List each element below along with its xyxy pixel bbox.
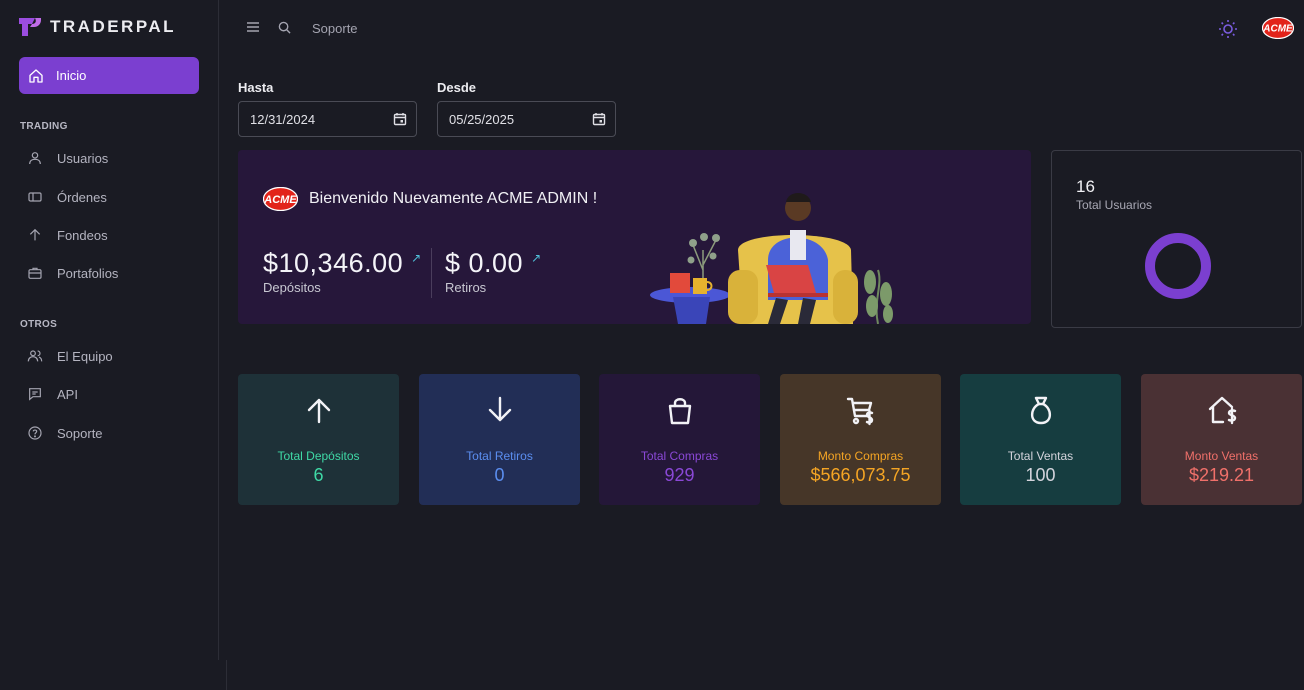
illustration-person-laptop	[650, 193, 893, 324]
app-logo[interactable]: TRADERPAL	[18, 16, 176, 38]
stat-card[interactable]: Monto Compras $566,073.75	[780, 374, 941, 505]
calendar-icon[interactable]	[393, 112, 407, 126]
message-icon	[29, 388, 41, 401]
users-card: 16 Total Usuarios	[1051, 150, 1302, 328]
trend-up-icon: ↗	[411, 251, 422, 265]
sidebar-item-el-equipo[interactable]: El Equipo	[27, 346, 113, 366]
sidebar: TRADERPAL Inicio TRADING Usuarios Órdene…	[0, 0, 219, 660]
users-label: Total Usuarios	[1076, 198, 1153, 212]
date-value: 12/31/2024	[250, 111, 316, 127]
hasta-date-input[interactable]: 12/31/2024	[238, 101, 417, 137]
stat-card[interactable]: Total Depósitos 6	[238, 374, 399, 505]
sidebar-item-label: API	[57, 386, 78, 402]
trend-up-icon: ↗	[531, 251, 542, 265]
section-title-otros: OTROS	[20, 319, 58, 330]
app-name: TRADERPAL	[50, 17, 177, 36]
users-icon	[27, 350, 43, 362]
shopping-bag-icon	[668, 398, 691, 425]
calendar-icon[interactable]	[592, 112, 606, 126]
briefcase-icon	[28, 267, 42, 279]
sidebar-item-label: Órdenes	[57, 189, 107, 205]
arrow-up-icon	[307, 398, 330, 424]
stat-value: $219.21	[1188, 465, 1255, 485]
sidebar-item-usuarios[interactable]: Usuarios	[27, 148, 108, 168]
stat-value: 6	[313, 465, 324, 485]
arrow-down-icon	[488, 396, 511, 422]
sidebar-item-label: Inicio	[56, 68, 87, 83]
stat-value: 929	[664, 465, 695, 485]
stat-value: $566,073.75	[810, 465, 911, 485]
svg-text:ACME: ACME	[1262, 24, 1293, 35]
desde-date-input[interactable]: 05/25/2025	[437, 101, 616, 137]
users-count: 16	[1076, 177, 1095, 196]
cart-dollar-icon	[846, 397, 873, 426]
arrow-up-icon	[29, 228, 41, 241]
stat-label: Monto Compras	[817, 449, 904, 463]
header-toolbar	[246, 20, 291, 34]
sidebar-item-inicio[interactable]: Inicio	[19, 57, 199, 94]
user-icon	[29, 152, 41, 165]
deposits-amount: $10,346.00 ↗	[263, 248, 422, 278]
sidebar-item-fondeos[interactable]: Fondeos	[27, 225, 108, 245]
stat-card[interactable]: Monto Ventas $219.21	[1141, 374, 1302, 505]
withdrawals-amount: $ 0.00 ↗	[445, 248, 542, 278]
sidebar-item-portafolios[interactable]: Portafolios	[27, 263, 118, 283]
menu-icon[interactable]	[246, 20, 260, 34]
avatar[interactable]: ACME	[1262, 17, 1294, 39]
welcome-card: ACME Bienvenido Nuevamente ACME ADMIN ! …	[238, 150, 1031, 324]
section-title-trading: TRADING	[20, 121, 68, 132]
stat-value: 0	[494, 465, 505, 485]
stat-card[interactable]: Total Ventas 100	[960, 374, 1121, 505]
date-value: 05/25/2025	[449, 111, 515, 127]
house-dollar-icon	[1208, 396, 1236, 425]
welcome-title: Bienvenido Nuevamente ACME ADMIN !	[309, 190, 598, 207]
traderpal-logo-icon	[19, 18, 41, 36]
theme-toggle-icon[interactable]	[1218, 19, 1238, 39]
sidebar-item-label: Fondeos	[57, 227, 108, 243]
stat-label: Total Depósitos	[277, 449, 360, 463]
hasta-label: Hasta	[238, 80, 274, 95]
sidebar-item-label: Usuarios	[57, 150, 109, 166]
stat-label: Total Ventas	[1007, 449, 1074, 463]
acme-logo: ACME	[263, 187, 298, 211]
svg-text:ACME: ACME	[263, 194, 297, 206]
stat-label: Total Compras	[640, 449, 719, 463]
stat-card[interactable]: Total Retiros 0	[419, 374, 580, 505]
stat-label: Total Retiros	[466, 449, 533, 463]
sidebar-item-api[interactable]: API	[27, 384, 78, 404]
stat-value: 100	[1025, 465, 1056, 485]
home-icon	[29, 68, 43, 83]
stat-card[interactable]: Total Compras 929	[599, 374, 760, 505]
deposits-label: Depósitos	[263, 280, 321, 295]
sidebar-item-label: Portafolios	[57, 265, 119, 281]
desde-label: Desde	[437, 80, 477, 95]
sidebar-item-ordenes[interactable]: Órdenes	[27, 187, 107, 207]
users-donut-chart	[1145, 233, 1211, 299]
divider	[226, 660, 227, 690]
search-input[interactable]: Soporte	[312, 21, 358, 36]
money-bag-icon	[1030, 396, 1051, 425]
divider	[431, 248, 432, 298]
ticket-icon	[28, 192, 42, 202]
stat-label: Monto Ventas	[1184, 449, 1259, 463]
withdrawals-label: Retiros	[445, 280, 487, 295]
sidebar-item-label: Soporte	[57, 425, 103, 441]
sidebar-item-label: El Equipo	[57, 348, 113, 364]
search-icon[interactable]	[278, 21, 291, 34]
help-circle-icon	[28, 426, 42, 440]
sidebar-item-soporte[interactable]: Soporte	[27, 423, 103, 443]
